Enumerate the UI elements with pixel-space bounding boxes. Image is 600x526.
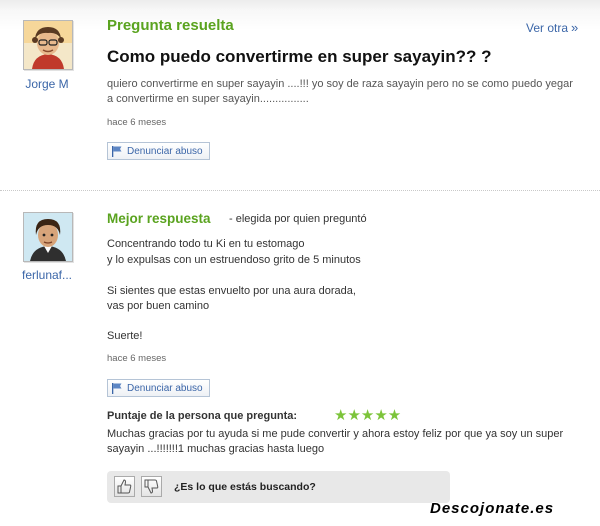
asker-rating-comment: Muchas gracias por tu ayuda si me pude c… <box>107 428 564 455</box>
thumbs-down-icon <box>144 479 159 494</box>
asker-avatar[interactable] <box>23 20 73 70</box>
avatar-image <box>24 21 72 69</box>
double-chevron-right-icon: » <box>571 20 579 35</box>
question-timestamp: hace 6 meses <box>107 117 167 128</box>
star-rating: ★★★★★ <box>334 407 402 424</box>
best-answer-sublabel: - elegida por quien preguntó <box>229 213 367 225</box>
section-divider <box>0 190 600 192</box>
question-body: quiero convertirme en super sayayin ....… <box>107 78 573 105</box>
asker-rating-label: Puntaje de la persona que pregunta: <box>107 410 298 422</box>
feedback-question: ¿Es lo que estás buscando? <box>174 481 316 493</box>
feedback-box: ¿Es lo que estás buscando? <box>107 471 450 503</box>
report-abuse-button[interactable]: Denunciar abuso <box>107 142 210 160</box>
answer-text-line: vas por buen camino <box>107 300 210 312</box>
question-status: Pregunta resuelta <box>107 17 234 34</box>
report-abuse-label: Denunciar abuso <box>127 145 203 157</box>
avatar-image <box>24 213 72 261</box>
site-watermark: Descojonate.es <box>430 500 555 517</box>
flag-icon <box>112 146 122 157</box>
answer-text-line: Concentrando todo tu Ki en tu estomago <box>107 238 305 250</box>
answerer-avatar[interactable] <box>23 212 73 262</box>
answer-timestamp: hace 6 meses <box>107 353 167 364</box>
answer-text-line: Suerte! <box>107 330 143 342</box>
see-more-link[interactable]: Ver otra» <box>526 20 578 35</box>
report-abuse-button[interactable]: Denunciar abuso <box>107 379 210 397</box>
asker-name[interactable]: Jorge M <box>12 77 82 91</box>
thumbs-up-button[interactable] <box>114 476 135 497</box>
report-abuse-label: Denunciar abuso <box>127 382 203 394</box>
flag-icon <box>112 383 122 394</box>
see-more-label: Ver otra <box>526 21 569 35</box>
question-title: Como puedo convertirme en super sayayin?… <box>107 47 492 66</box>
thumbs-down-button[interactable] <box>141 476 162 497</box>
answerer-name[interactable]: ferlunaf... <box>12 268 82 282</box>
thumbs-up-icon <box>117 479 132 494</box>
answer-text-line: y lo expulsas con un estruendoso grito d… <box>107 254 361 266</box>
answer-text-line: Si sientes que estas envuelto por una au… <box>107 285 356 297</box>
best-answer-label: Mejor respuesta <box>107 211 211 226</box>
